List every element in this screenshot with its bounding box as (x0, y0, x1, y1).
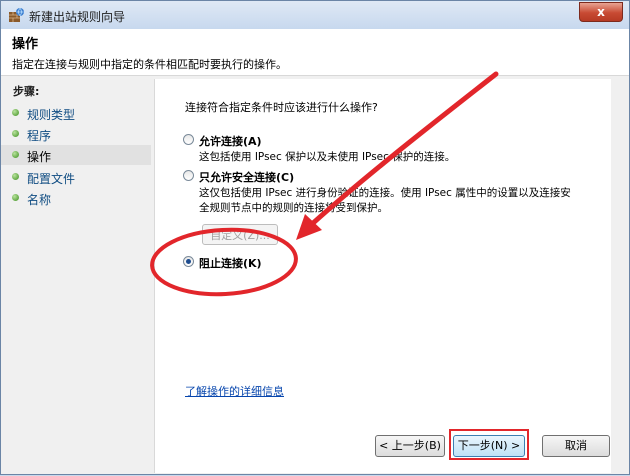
page-title: 操作 (12, 37, 39, 52)
cancel-button[interactable]: 取消 (542, 435, 610, 457)
option-label: 允许连接(A) (199, 135, 262, 148)
option-description: 这包括使用 IPsec 保护以及未使用 IPsec 保护的连接。 (199, 151, 456, 163)
close-button[interactable]: x (579, 2, 623, 22)
firewall-app-icon (9, 7, 24, 22)
wizard-window: 新建出站规则向导 x 操作 指定在连接与规则中指定的条件相匹配时要执行的操作。 … (0, 0, 630, 475)
option-label: 阻止连接(K) (199, 257, 262, 270)
close-icon: x (597, 5, 605, 19)
step-label: 配置文件 (27, 172, 76, 186)
step-label: 操作 (27, 150, 52, 164)
learn-more-link[interactable]: 了解操作的详细信息 (185, 383, 284, 399)
option-label: 只允许安全连接(C) (199, 171, 295, 184)
option-description: 这仅包括使用 IPsec 进行身份验证的连接。使用 IPsec 属性中的设置以及… (199, 187, 571, 199)
steps-heading: 步骤: (13, 85, 40, 98)
step-profile[interactable]: 配置文件 (1, 167, 151, 187)
step-rule-type[interactable]: 规则类型 (1, 103, 151, 123)
step-label: 名称 (27, 193, 52, 207)
next-button-highlight-box (449, 429, 529, 460)
step-label: 程序 (27, 129, 52, 143)
option-description-line2: 全规则节点中的规则的连接将受到保护。 (199, 202, 388, 214)
page-header: 操作 指定在连接与规则中指定的条件相匹配时要执行的操作。 (1, 29, 629, 76)
steps-sidebar: 步骤: 规则类型 程序 操作 配置文件 名称 (1, 79, 153, 476)
customize-button[interactable]: 自定义(Z)... (202, 224, 278, 245)
step-program[interactable]: 程序 (1, 124, 151, 144)
step-bullet-icon (12, 173, 19, 180)
block-radio[interactable] (183, 256, 194, 267)
step-name[interactable]: 名称 (1, 188, 151, 208)
window-title: 新建出站规则向导 (29, 10, 126, 24)
step-bullet-icon (12, 194, 19, 201)
step-bullet-icon (12, 109, 19, 116)
action-question: 连接符合指定条件时应该进行什么操作? (185, 101, 378, 114)
step-bullet-icon (12, 151, 19, 158)
secure-only-radio[interactable] (183, 170, 194, 181)
back-button[interactable]: < 上一步(B) (375, 435, 445, 457)
action-panel: 连接符合指定条件时应该进行什么操作? 允许连接(A) 这包括使用 IPsec 保… (154, 79, 611, 473)
title-bar: 新建出站规则向导 x (1, 1, 629, 29)
page-description: 指定在连接与规则中指定的条件相匹配时要执行的操作。 (12, 58, 287, 71)
step-label: 规则类型 (27, 108, 76, 122)
step-action[interactable]: 操作 (1, 145, 151, 165)
step-bullet-icon (12, 130, 19, 137)
allow-radio[interactable] (183, 134, 194, 145)
